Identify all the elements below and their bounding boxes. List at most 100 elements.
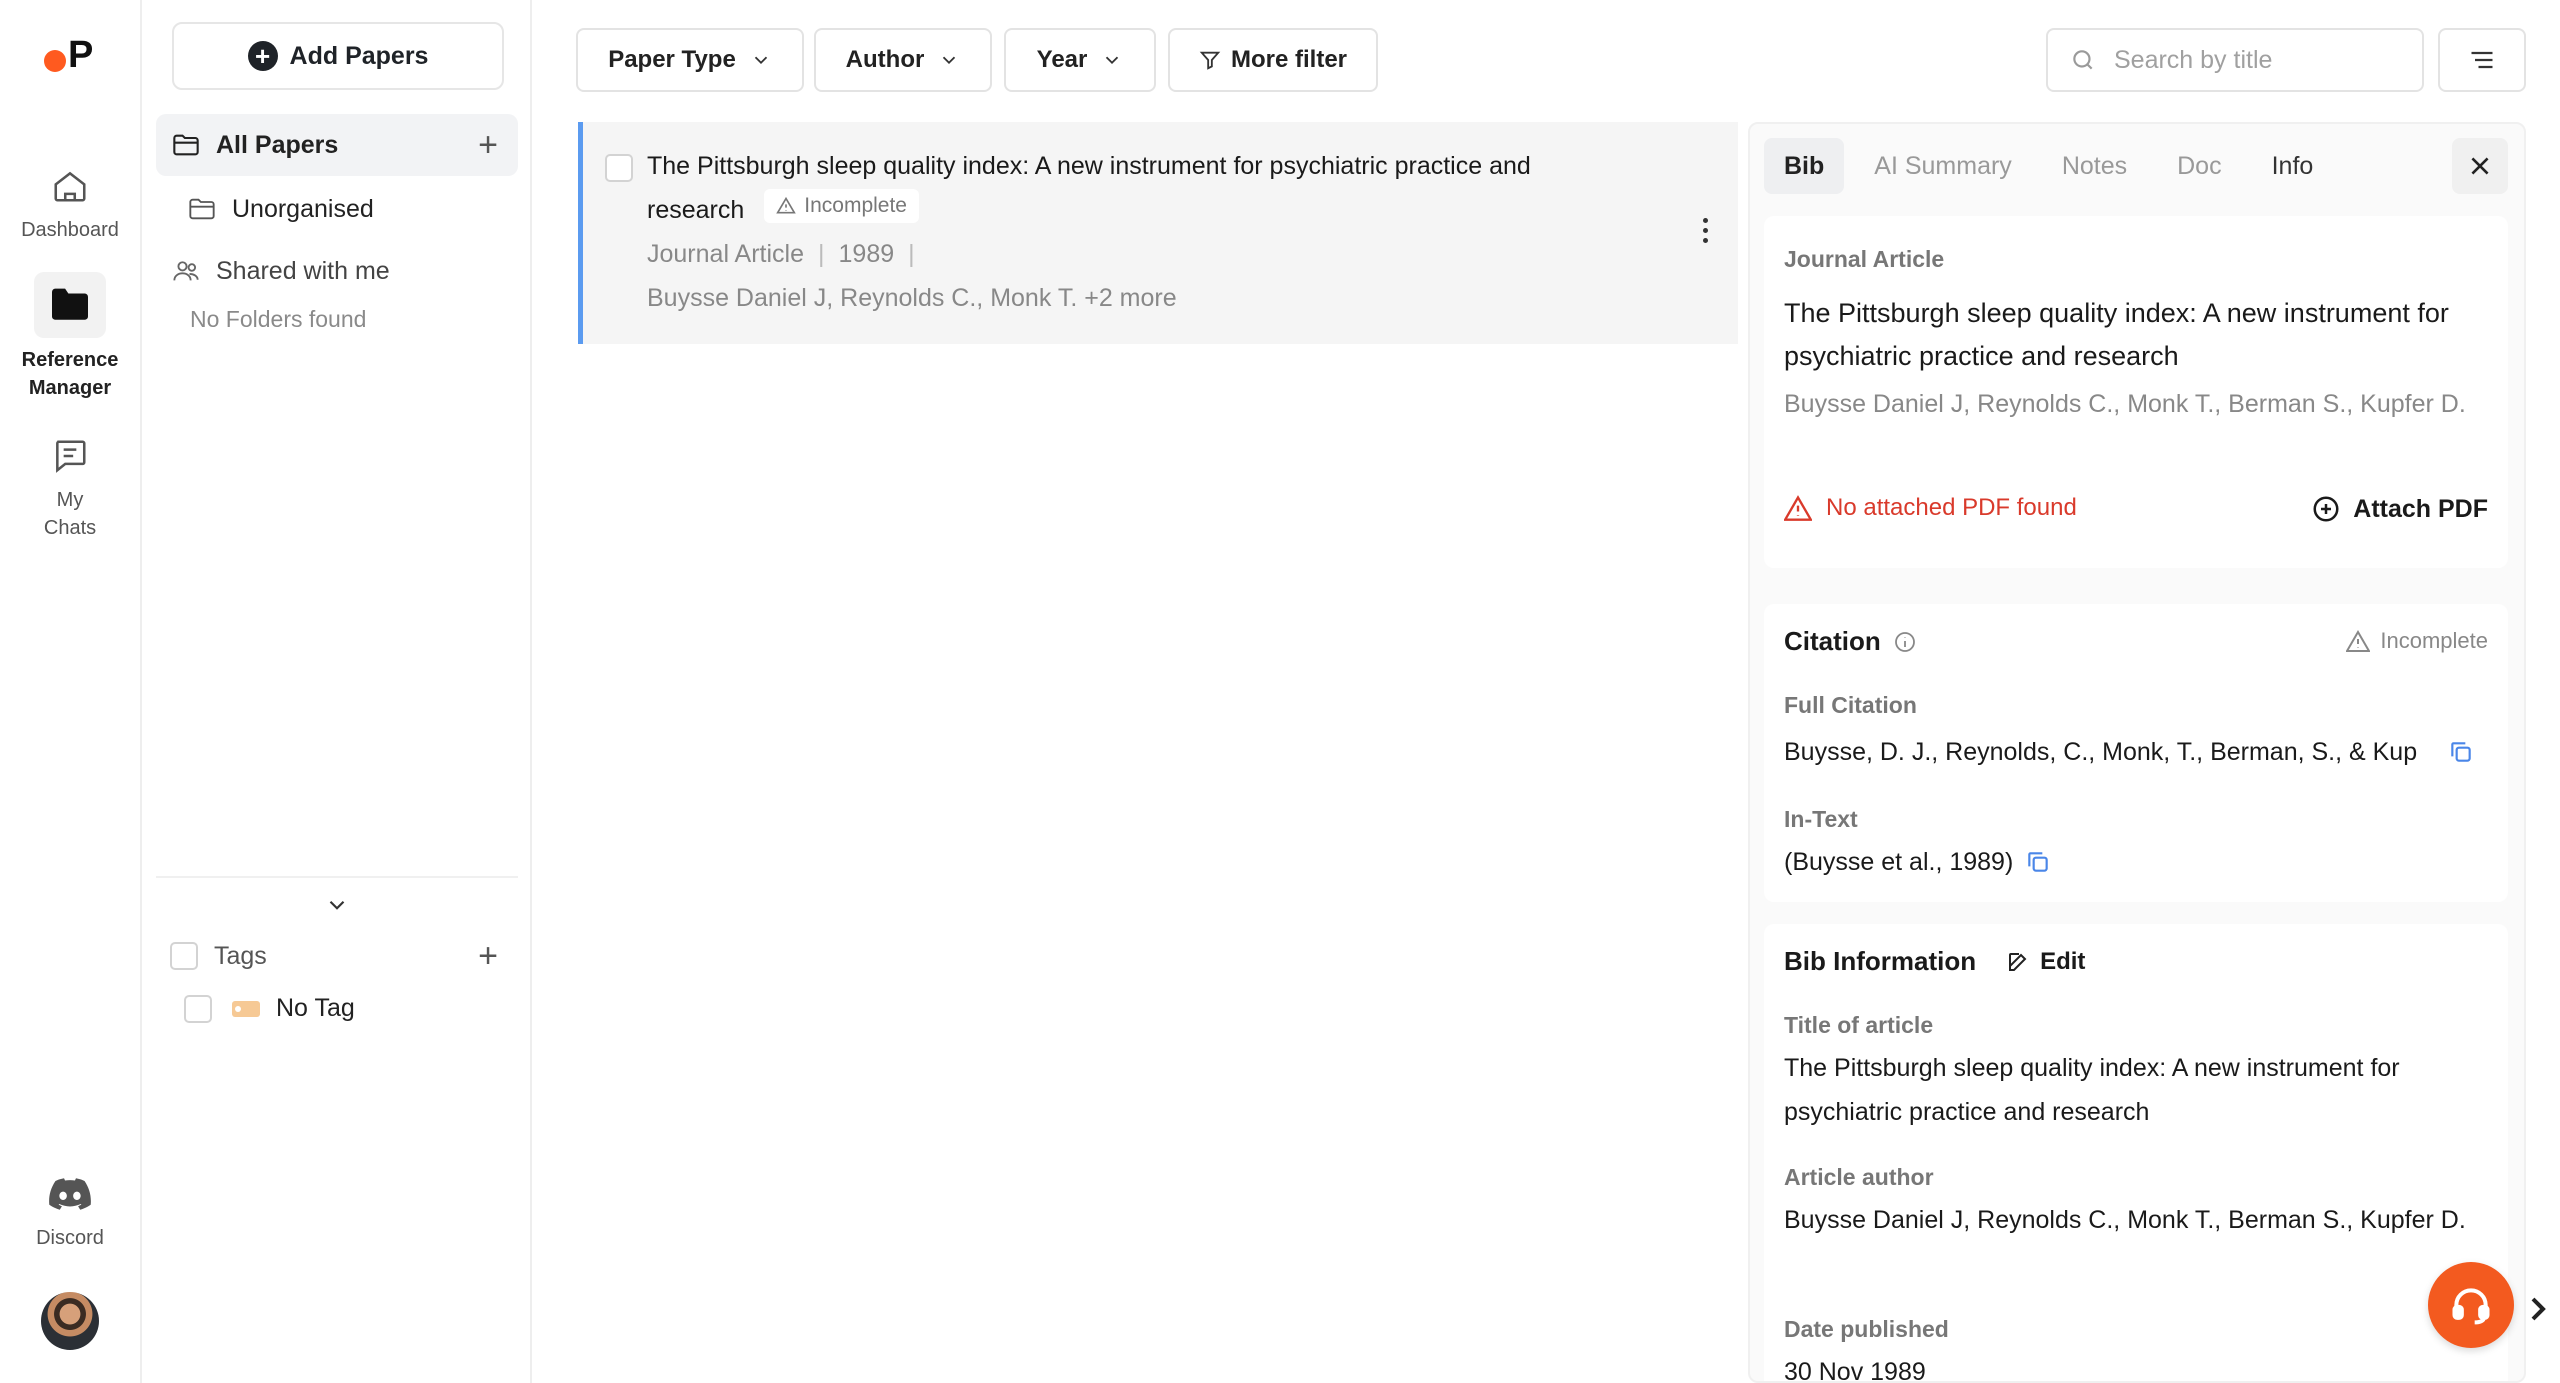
- full-citation-label: Full Citation: [1784, 692, 1917, 718]
- rail-dashboard[interactable]: Dashboard: [0, 164, 140, 244]
- detail-type: Journal Article: [1784, 246, 1945, 272]
- warning-triangle-icon: [2346, 630, 2371, 652]
- title-of-article-label: Title of article: [1784, 1012, 1934, 1038]
- list-menu-button[interactable]: [2438, 28, 2526, 92]
- article-author-label: Article author: [1784, 1164, 1934, 1190]
- meta-separator: |: [818, 240, 825, 268]
- folder-unorganised[interactable]: Unorganised: [156, 178, 518, 240]
- tab-ai-summary[interactable]: AI Summary: [1854, 138, 2032, 194]
- paper-checkbox[interactable]: [605, 154, 633, 182]
- add-folder-icon[interactable]: +: [478, 126, 498, 165]
- detail-tabs: Bib AI Summary Notes Doc Info: [1764, 138, 2333, 194]
- title-of-article-value: The Pittsburgh sleep quality index: A ne…: [1784, 1054, 2400, 1126]
- paper-title[interactable]: The Pittsburgh sleep quality index: A ne…: [647, 144, 1627, 232]
- rail-discord-label: Discord: [36, 1227, 104, 1249]
- chevron-down-icon: [943, 56, 956, 65]
- rail-discord[interactable]: Discord: [0, 1172, 140, 1252]
- attach-pdf-button[interactable]: Attach PDF: [2311, 494, 2488, 524]
- filter-paper-type[interactable]: Paper Type: [576, 28, 804, 92]
- discord-icon: [48, 1172, 92, 1216]
- copy-icon[interactable]: [2448, 739, 2474, 765]
- date-published-label: Date published: [1784, 1316, 1949, 1342]
- no-tag-checkbox[interactable]: [184, 994, 212, 1023]
- app-rail: P Dashboard Reference Manager My Chats D…: [0, 0, 142, 1383]
- filter-funnel-icon: [1199, 51, 1221, 70]
- filter-author[interactable]: Author: [814, 28, 992, 92]
- intext-label: In-Text: [1784, 806, 1858, 832]
- chevron-down-icon: [1106, 56, 1119, 65]
- more-options-icon[interactable]: [1703, 218, 1708, 243]
- status-badge: Incomplete: [764, 189, 919, 223]
- rail-reference-label-2: Manager: [28, 377, 112, 399]
- avatar[interactable]: [41, 1292, 99, 1350]
- headset-icon: [2452, 1288, 2490, 1325]
- filter-year-label: Year: [1036, 46, 1088, 73]
- chevron-down-icon: [754, 56, 767, 65]
- add-papers-button[interactable]: + Add Papers: [172, 22, 504, 90]
- paper-meta: Journal Article | 1989 |: [647, 240, 915, 269]
- meta-separator: |: [908, 240, 915, 268]
- article-author-value: Buysse Daniel J, Reynolds C., Monk T., B…: [1784, 1206, 2466, 1234]
- paper-authors: Buysse Daniel J, Reynolds C., Monk T. +2…: [647, 284, 1177, 312]
- bib-information-card: Bib Information Edit Title of article Th…: [1764, 924, 2508, 1383]
- folder-sidebar: + Add Papers All Papers + Unorganised Sh…: [142, 0, 532, 1383]
- detail-title: The Pittsburgh sleep quality index: A ne…: [1784, 298, 2449, 371]
- users-icon: [173, 261, 199, 281]
- edit-icon: [2009, 952, 2027, 971]
- chat-icon: [48, 434, 92, 478]
- rail-reference-manager[interactable]: Reference Manager: [0, 272, 140, 402]
- detail-authors: Buysse Daniel J, Reynolds C., Monk T., B…: [1784, 390, 2466, 418]
- folder-all-papers[interactable]: All Papers +: [156, 114, 518, 176]
- search-box[interactable]: [2046, 28, 2424, 92]
- sidebar-divider: [156, 876, 518, 878]
- search-input[interactable]: [2114, 45, 2374, 75]
- no-pdf-warning: No attached PDF found: [1784, 494, 2077, 522]
- tags-checkbox[interactable]: [170, 942, 198, 970]
- bib-heading: Bib Information: [1784, 946, 1977, 976]
- filter-year[interactable]: Year: [1004, 28, 1156, 92]
- tab-doc[interactable]: Doc: [2157, 138, 2241, 194]
- rail-dashboard-label: Dashboard: [21, 219, 119, 241]
- info-icon[interactable]: [1893, 630, 1917, 654]
- paper-list-item[interactable]: The Pittsburgh sleep quality index: A ne…: [578, 122, 1738, 344]
- rail-my-chats[interactable]: My Chats: [0, 434, 140, 542]
- full-citation-row: Buysse, D. J., Reynolds, C., Monk, T., B…: [1784, 730, 2484, 774]
- rail-reference-label-1: Reference: [21, 349, 119, 371]
- chevron-down-icon[interactable]: [324, 892, 350, 918]
- tags-header: Tags +: [170, 934, 510, 978]
- date-published-value: 30 Nov 1989: [1784, 1358, 1926, 1383]
- support-chat-button[interactable]: [2428, 1262, 2514, 1348]
- citation-header: Citation: [1784, 626, 1917, 657]
- filter-more-label: More filter: [1230, 46, 1347, 73]
- chevron-right-icon[interactable]: [2526, 1294, 2550, 1324]
- tab-bib[interactable]: Bib: [1764, 138, 1845, 194]
- paper-detail-panel: Bib AI Summary Notes Doc Info Journal Ar…: [1748, 122, 2526, 1383]
- paper-type: Journal Article: [647, 240, 805, 268]
- folder-outline-icon: [189, 198, 215, 220]
- add-tag-icon[interactable]: +: [478, 937, 498, 976]
- filter-more[interactable]: More filter: [1168, 28, 1378, 92]
- citation-heading: Citation: [1784, 626, 1881, 656]
- bib-header: Bib Information Edit: [1784, 946, 2085, 977]
- paper-summary-card: Journal Article The Pittsburgh sleep qua…: [1764, 216, 2508, 568]
- tags-label: Tags: [214, 941, 267, 970]
- tag-item-no-tag[interactable]: No Tag: [184, 994, 355, 1023]
- plus-circle-icon: +: [247, 41, 278, 71]
- shared-label: Shared with me: [216, 256, 390, 285]
- folder-shared-with-me[interactable]: Shared with me: [156, 240, 518, 302]
- tab-info[interactable]: Info: [2252, 138, 2334, 194]
- plus-circle-icon: [2313, 496, 2339, 522]
- folder-icon: [34, 272, 106, 338]
- rail-chats-label-1: My: [56, 489, 84, 511]
- edit-button[interactable]: Edit: [2006, 948, 2085, 976]
- copy-icon[interactable]: [2025, 849, 2051, 875]
- tag-icon: [232, 1000, 260, 1017]
- filter-author-label: Author: [845, 46, 925, 73]
- close-icon[interactable]: [2452, 138, 2508, 194]
- tab-notes[interactable]: Notes: [2042, 138, 2147, 194]
- add-papers-label: Add Papers: [289, 41, 429, 70]
- rail-chats-label-2: Chats: [43, 517, 97, 539]
- folder-outline-icon: [173, 134, 199, 156]
- no-tag-label: No Tag: [276, 994, 355, 1022]
- app-logo[interactable]: P: [44, 36, 93, 74]
